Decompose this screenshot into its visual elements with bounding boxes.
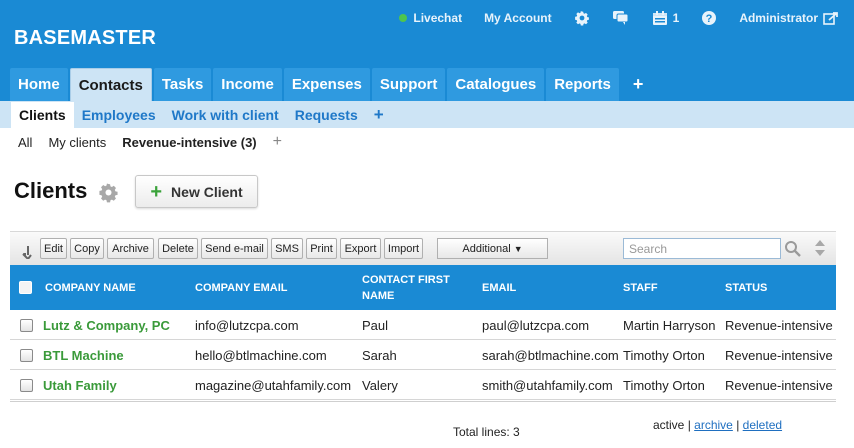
tab-income[interactable]: Income xyxy=(213,68,282,101)
first-name-cell: Sarah xyxy=(362,347,397,363)
export-button[interactable]: Export xyxy=(340,238,381,259)
status-cell: Revenue-intensive xyxy=(725,377,833,393)
status-cell: Revenue-intensive xyxy=(725,347,833,363)
top-header: BASEMASTER Livechat My Account 1 ? Admin… xyxy=(0,0,854,101)
active-status: active xyxy=(653,418,685,432)
additional-dropdown[interactable]: Additional ▼ xyxy=(437,238,548,259)
email-cell: smith@utahfamily.com xyxy=(482,377,613,393)
online-status-icon xyxy=(399,14,408,22)
sms-button[interactable]: SMS xyxy=(271,238,303,259)
user-menu[interactable]: Administrator xyxy=(739,11,840,25)
chevron-down-icon: ▼ xyxy=(513,243,523,254)
sub-nav-tabs: Clients Employees Work with client Reque… xyxy=(0,101,854,128)
settings-gear-icon[interactable] xyxy=(574,10,590,26)
sort-down-arrow-icon[interactable] xyxy=(21,245,33,264)
company-name-link[interactable]: Lutz & Company, PC xyxy=(43,310,170,340)
staff-cell: Timothy Orton xyxy=(623,347,705,363)
tab-reports[interactable]: Reports xyxy=(546,68,619,101)
send-email-button[interactable]: Send e-mail xyxy=(201,238,268,259)
svg-text:?: ? xyxy=(706,13,713,25)
delete-button[interactable]: Delete xyxy=(158,238,198,259)
my-account-link[interactable]: My Account xyxy=(484,11,552,25)
subtab-employees[interactable]: Employees xyxy=(74,101,164,128)
table-bottom-divider xyxy=(10,401,836,402)
main-nav-tabs: Home Contacts Tasks Income Expenses Supp… xyxy=(10,68,657,101)
column-company-email[interactable]: COMPANY EMAIL xyxy=(195,265,288,310)
column-contact-first-name[interactable]: CONTACT FIRST NAME xyxy=(362,265,472,310)
new-client-button[interactable]: + New Client xyxy=(135,175,258,208)
tasks-calendar-link[interactable]: 1 xyxy=(652,10,680,26)
top-links: Livechat My Account 1 ? Administrator xyxy=(377,8,840,28)
edit-button[interactable]: Edit xyxy=(40,238,67,259)
tab-tasks[interactable]: Tasks xyxy=(153,68,212,101)
filter-all[interactable]: All xyxy=(10,135,40,150)
livechat-link[interactable]: Livechat xyxy=(399,11,462,25)
company-name-link[interactable]: Utah Family xyxy=(43,370,117,400)
help-icon[interactable]: ? xyxy=(701,10,717,26)
deleted-link[interactable]: deleted xyxy=(743,418,782,432)
email-cell: sarah@btlmachine.com xyxy=(482,347,619,363)
page-settings-gear-icon[interactable] xyxy=(98,182,119,208)
subtab-work-with-client[interactable]: Work with client xyxy=(164,101,287,128)
table-row[interactable]: Lutz & Company, PC info@lutzcpa.com Paul… xyxy=(10,310,836,340)
company-name-link[interactable]: BTL Machine xyxy=(43,340,124,370)
row-checkbox[interactable] xyxy=(20,348,33,362)
first-name-cell: Valery xyxy=(362,377,398,393)
column-email[interactable]: EMAIL xyxy=(482,265,516,310)
search-icon[interactable] xyxy=(784,240,802,263)
first-name-cell: Paul xyxy=(362,317,389,333)
add-tab-button[interactable]: + xyxy=(621,68,656,101)
logout-icon xyxy=(823,12,838,25)
company-email-cell: magazine@utahfamily.com xyxy=(195,377,352,393)
filter-bar: All My clients Revenue-intensive (3) + xyxy=(0,131,290,153)
user-name: Administrator xyxy=(739,11,818,25)
add-filter-button[interactable]: + xyxy=(265,133,290,151)
filter-my-clients[interactable]: My clients xyxy=(40,135,114,150)
copy-button[interactable]: Copy xyxy=(70,238,104,259)
select-all-checkbox[interactable] xyxy=(19,281,32,294)
search-input[interactable] xyxy=(623,238,781,259)
scroll-up-down-icon[interactable] xyxy=(813,238,827,263)
add-subtab-button[interactable]: + xyxy=(366,101,392,128)
clients-table: COMPANY NAME COMPANY EMAIL CONTACT FIRST… xyxy=(10,265,836,400)
tab-home[interactable]: Home xyxy=(10,68,68,101)
brand-logo[interactable]: BASEMASTER xyxy=(14,27,156,50)
column-status[interactable]: STATUS xyxy=(725,265,767,310)
tasks-count-badge: 1 xyxy=(672,11,680,25)
subtab-requests[interactable]: Requests xyxy=(287,101,366,128)
tab-catalogues[interactable]: Catalogues xyxy=(447,68,545,101)
email-cell: paul@lutzcpa.com xyxy=(482,317,590,333)
tab-contacts[interactable]: Contacts xyxy=(69,68,152,101)
grid-toolbar: Edit Copy Archive Delete Send e-mail SMS… xyxy=(10,231,836,265)
row-checkbox[interactable] xyxy=(20,318,33,332)
filter-revenue-intensive[interactable]: Revenue-intensive (3) xyxy=(114,135,264,150)
total-lines: Total lines: 3 xyxy=(453,425,520,439)
status-filter-links: active | archive | deleted xyxy=(653,418,783,432)
plus-icon: + xyxy=(150,180,163,203)
page-title: Clients xyxy=(14,178,88,203)
tab-expenses[interactable]: Expenses xyxy=(283,68,370,101)
archive-link[interactable]: archive xyxy=(694,418,733,432)
column-company-name[interactable]: COMPANY NAME xyxy=(45,265,136,310)
status-cell: Revenue-intensive xyxy=(725,317,833,333)
subtab-clients[interactable]: Clients xyxy=(11,102,74,128)
chat-messages-icon[interactable] xyxy=(612,10,630,26)
table-header: COMPANY NAME COMPANY EMAIL CONTACT FIRST… xyxy=(10,265,836,310)
print-button[interactable]: Print xyxy=(306,238,337,259)
row-checkbox[interactable] xyxy=(20,378,33,392)
staff-cell: Timothy Orton xyxy=(623,377,705,393)
company-email-cell: info@lutzcpa.com xyxy=(195,317,299,333)
archive-button[interactable]: Archive xyxy=(107,238,154,259)
company-email-cell: hello@btlmachine.com xyxy=(195,347,327,363)
import-button[interactable]: Import xyxy=(384,238,423,259)
table-row[interactable]: Utah Family magazine@utahfamily.com Vale… xyxy=(10,370,836,400)
calendar-icon xyxy=(652,10,667,25)
column-staff[interactable]: STAFF xyxy=(623,265,658,310)
tab-support[interactable]: Support xyxy=(371,68,446,101)
table-row[interactable]: BTL Machine hello@btlmachine.com Sarah s… xyxy=(10,340,836,370)
staff-cell: Martin Harryson xyxy=(623,317,716,333)
